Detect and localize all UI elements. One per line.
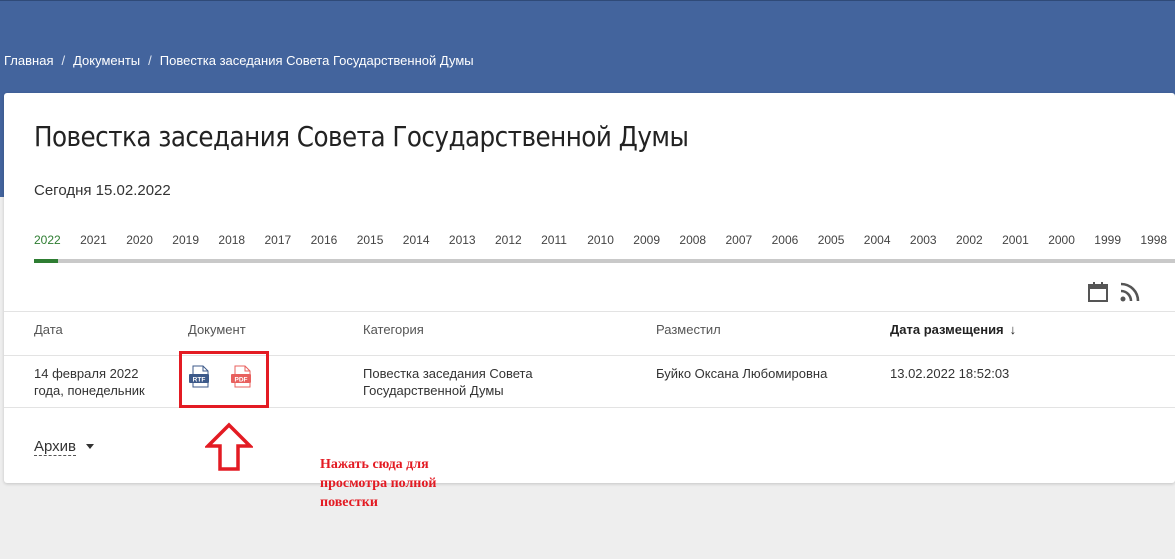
- year-tab-2012[interactable]: 2012: [495, 233, 522, 247]
- year-tab-2021[interactable]: 2021: [80, 233, 107, 247]
- year-tab-2014[interactable]: 2014: [403, 233, 430, 247]
- year-tab-2002[interactable]: 2002: [956, 233, 983, 247]
- highlight-box: [179, 351, 269, 408]
- year-tab-2011[interactable]: 2011: [541, 233, 567, 247]
- breadcrumb-current: Повестка заседания Совета Государственно…: [159, 53, 474, 68]
- year-tab-2020[interactable]: 2020: [126, 233, 153, 247]
- row-author: Буйко Оксана Любомировна: [656, 366, 828, 381]
- year-tab-2000[interactable]: 2000: [1048, 233, 1075, 247]
- year-tab-2001[interactable]: 2001: [1002, 233, 1029, 247]
- year-tab-1998[interactable]: 1998: [1140, 233, 1167, 247]
- year-tab-2004[interactable]: 2004: [864, 233, 891, 247]
- year-tab-2008[interactable]: 2008: [679, 233, 706, 247]
- calendar-icon[interactable]: [1087, 281, 1109, 303]
- year-tab-2017[interactable]: 2017: [265, 233, 292, 247]
- year-tabs: 2022 2021 2020 2019 2018 2017 2016 2015 2014 2013…: [34, 233, 1175, 249]
- page-title: Повестка заседания Совета Государственно…: [34, 120, 689, 153]
- year-tab-2016[interactable]: 2016: [311, 233, 338, 247]
- breadcrumb-separator: /: [61, 53, 66, 68]
- col-document-header: Документ: [188, 322, 246, 337]
- active-year-indicator: [34, 259, 58, 263]
- rss-icon[interactable]: [1119, 281, 1141, 303]
- year-tab-2015[interactable]: 2015: [357, 233, 384, 247]
- col-posted-label: Дата размещения: [890, 322, 1004, 337]
- table-header: Дата Документ Категория Разместил Дата р…: [4, 311, 1175, 356]
- today-date: Сегодня 15.02.2022: [34, 182, 171, 199]
- row-posted-date: 13.02.2022 18:52:03: [890, 366, 1010, 381]
- year-tab-2013[interactable]: 2013: [449, 233, 476, 247]
- archive-dropdown[interactable]: Архив: [34, 438, 77, 456]
- breadcrumb-separator: /: [148, 53, 152, 68]
- year-tab-2019[interactable]: 2019: [172, 233, 199, 247]
- year-tab-2022[interactable]: 2022: [34, 233, 61, 247]
- year-tab-2003[interactable]: 2003: [910, 233, 937, 247]
- col-category-header[interactable]: Категория: [363, 322, 424, 337]
- breadcrumb-home[interactable]: Главная: [4, 53, 53, 68]
- year-tab-2005[interactable]: 2005: [818, 233, 845, 247]
- breadcrumb: Главная / Документы / Повестка заседания…: [4, 53, 474, 68]
- content-card: Повестка заседания Совета Государственно…: [4, 93, 1175, 483]
- year-tab-2006[interactable]: 2006: [772, 233, 799, 247]
- row-date: 14 февраля 2022 года, понедельник: [34, 366, 145, 398]
- chevron-down-icon[interactable]: [86, 444, 94, 449]
- sort-desc-arrow-icon: ↓: [1009, 322, 1017, 337]
- breadcrumb-documents[interactable]: Документы: [73, 53, 140, 68]
- table-tools: [1087, 281, 1141, 303]
- row-category: Повестка заседания Совета Государственно…: [363, 366, 533, 398]
- year-tab-2009[interactable]: 2009: [633, 233, 660, 247]
- annotation-text: Нажать сюда для просмотра полной повестк…: [320, 457, 437, 510]
- col-date-header[interactable]: Дата: [34, 322, 63, 337]
- year-tab-2010[interactable]: 2010: [587, 233, 614, 247]
- col-posted-header[interactable]: Дата размещения ↓: [890, 322, 1016, 337]
- year-tabs-scrollbar[interactable]: [34, 259, 1175, 263]
- arrow-up-icon: [205, 422, 253, 471]
- year-tab-2018[interactable]: 2018: [218, 233, 245, 247]
- col-author-header[interactable]: Разместил: [656, 322, 721, 337]
- year-tab-2007[interactable]: 2007: [726, 233, 753, 247]
- year-tab-1999[interactable]: 1999: [1094, 233, 1121, 247]
